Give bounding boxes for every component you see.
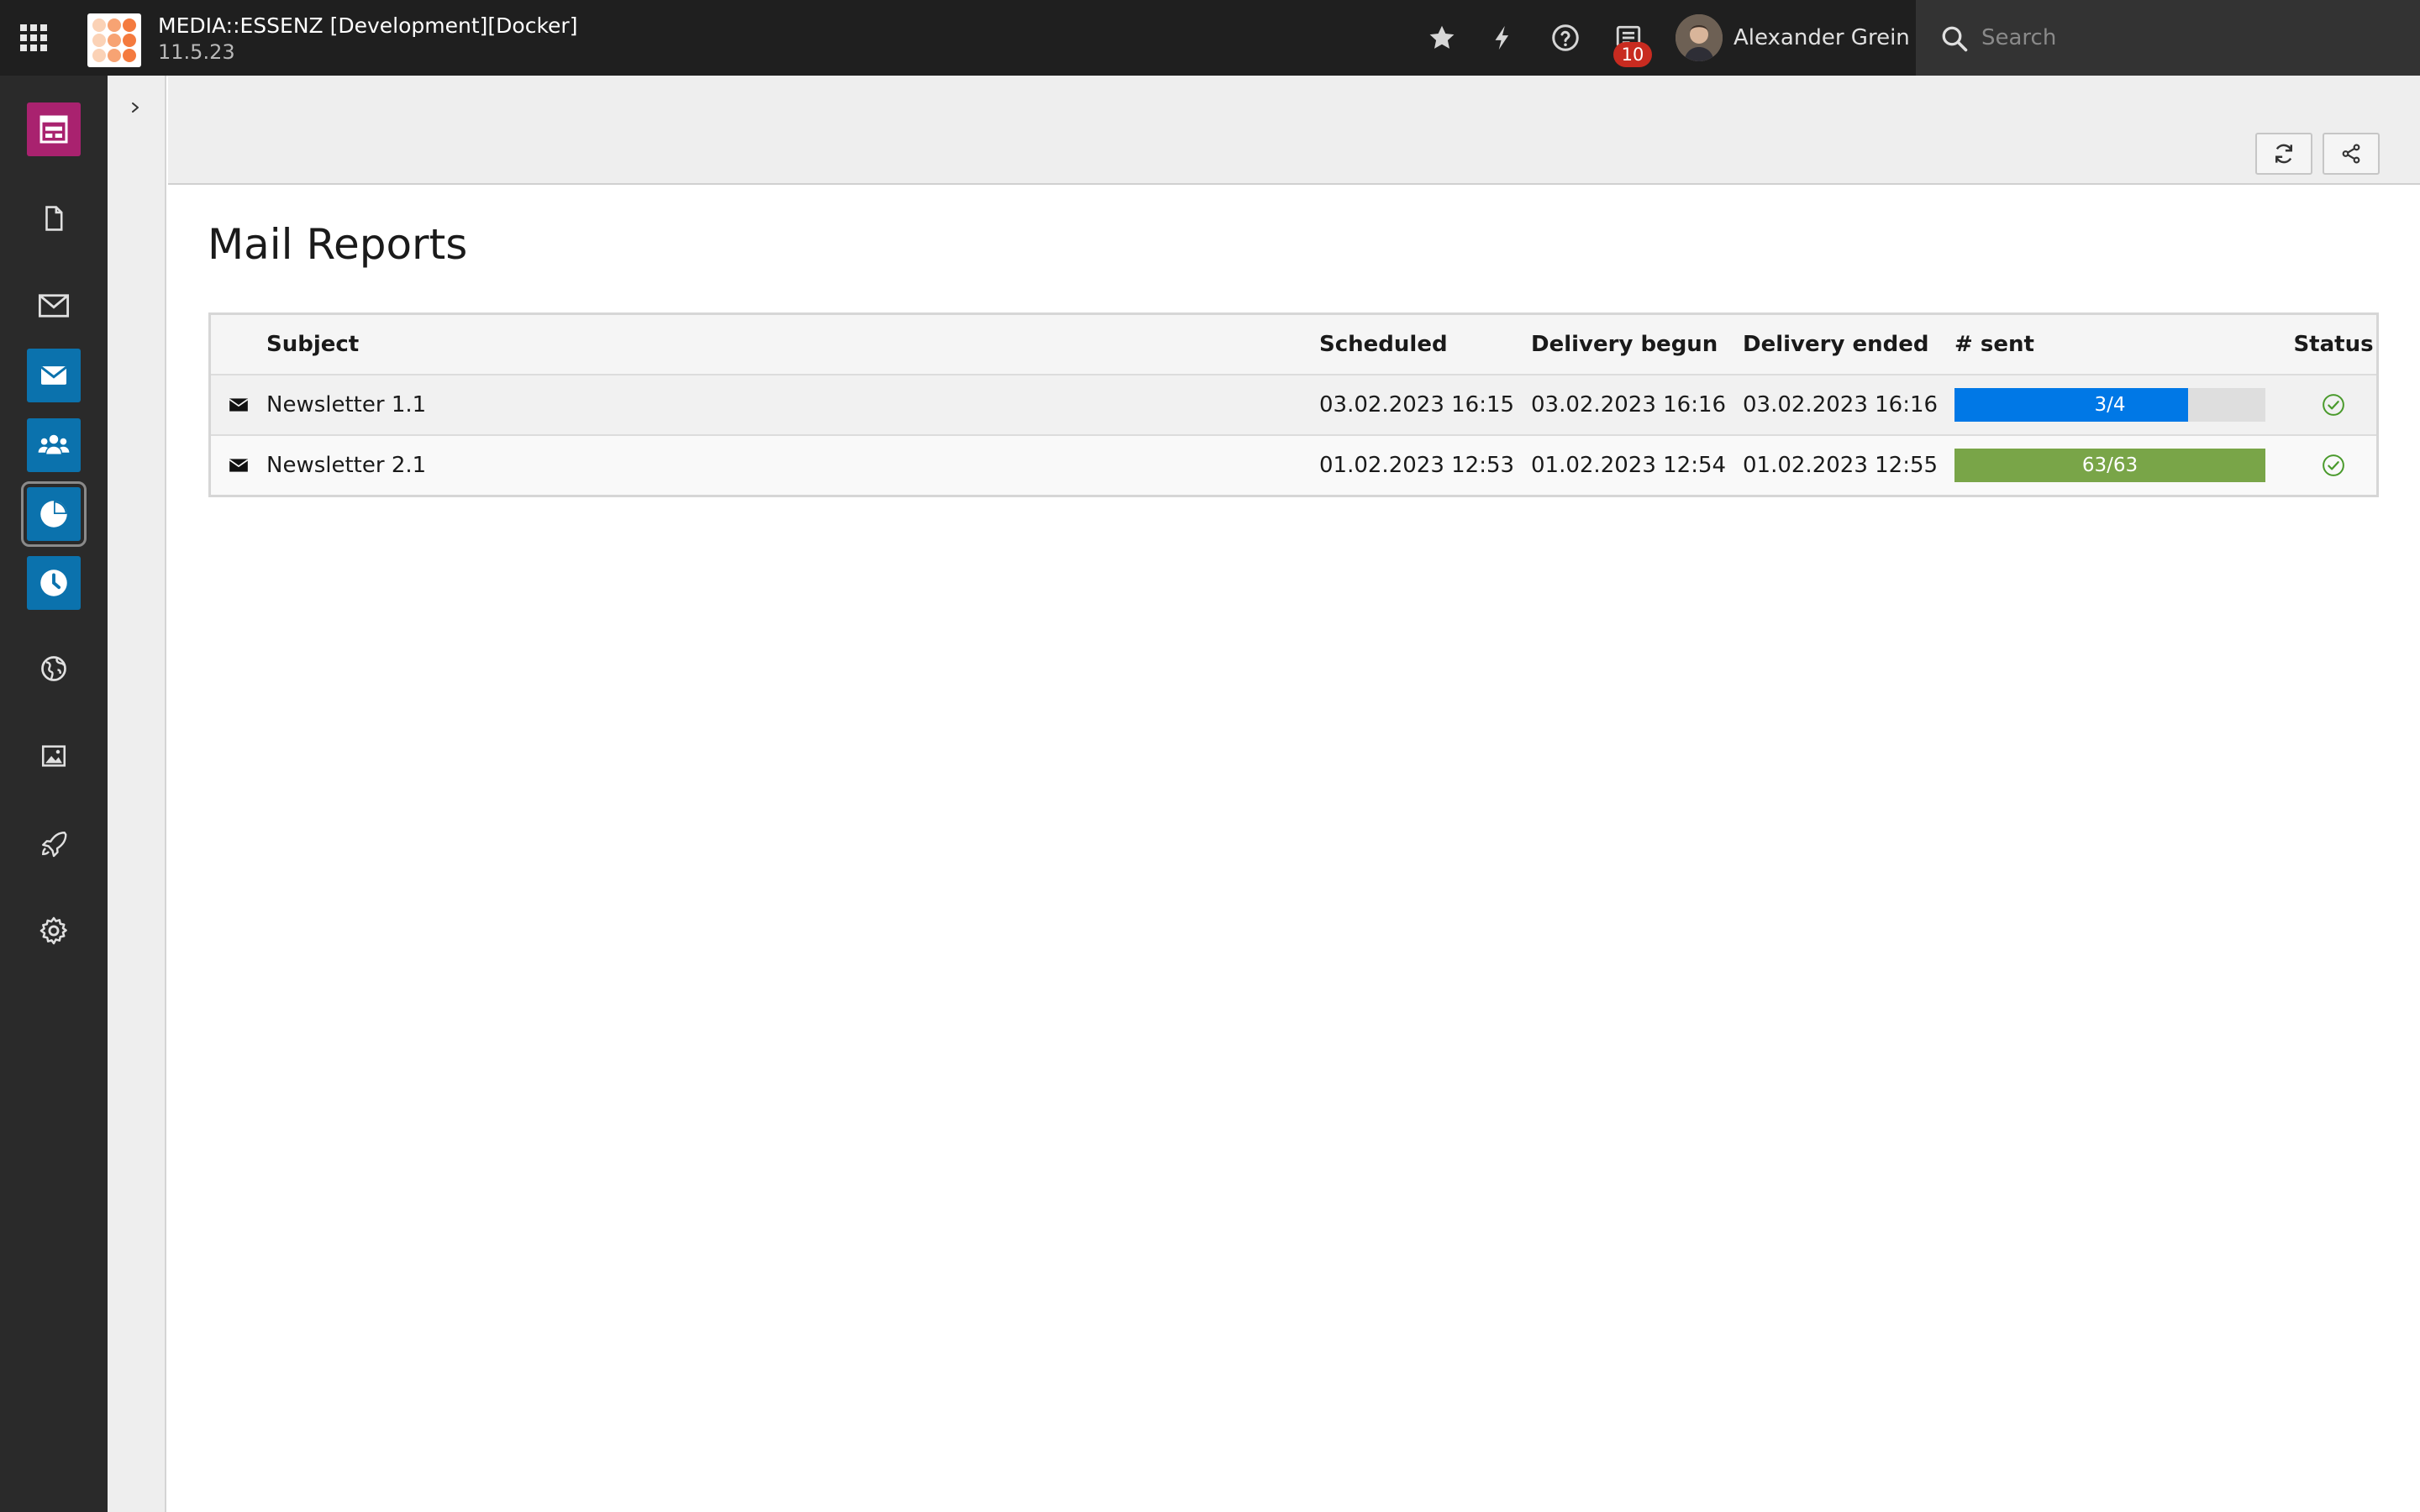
- sent-progress-label: 3/4: [2094, 394, 2126, 416]
- row-delivery-ended: 03.02.2023 16:16: [1743, 392, 1939, 417]
- avatar[interactable]: [1676, 14, 1723, 61]
- column-header-sent[interactable]: # sent: [1954, 315, 2265, 374]
- web-layout-icon: [39, 115, 68, 144]
- module-page[interactable]: [27, 192, 81, 245]
- search-input[interactable]: [1981, 18, 2402, 57]
- mail-reports-table: Subject Scheduled Delivery begun Deliver…: [208, 312, 2379, 497]
- sent-progress-bar: 3/4: [1954, 388, 2265, 422]
- row-sent-cell: 63/63: [1954, 436, 2265, 495]
- page-icon: [45, 206, 63, 231]
- row-delivery-begun: 03.02.2023 16:16: [1531, 392, 1727, 417]
- site-logo[interactable]: [87, 13, 141, 67]
- row-subject-link[interactable]: Newsletter 2.1: [266, 436, 426, 495]
- row-delivery-begun: 01.02.2023 12:54: [1531, 453, 1727, 478]
- site-logo-icon: [92, 18, 136, 62]
- module-recipient-lists[interactable]: [27, 418, 81, 472]
- row-subject-link[interactable]: Newsletter 1.1: [266, 375, 426, 434]
- topbar: MEDIA::ESSENZ [Development][Docker] 11.5…: [0, 0, 2420, 76]
- column-header-status[interactable]: Status: [2291, 315, 2375, 374]
- user-avatar-icon: [1676, 14, 1723, 61]
- page-tree-panel: [108, 76, 166, 1512]
- envelope-icon: [40, 365, 67, 385]
- bookmarks-button[interactable]: [1425, 21, 1459, 55]
- row-status: [2291, 436, 2375, 495]
- site-version: 11.5.23: [158, 40, 235, 64]
- clock-icon: [40, 570, 67, 596]
- gear-icon: [39, 916, 67, 945]
- star-icon: [1429, 25, 1455, 49]
- rocket-icon: [42, 832, 67, 858]
- module-sidebar: [0, 76, 108, 1512]
- globe-icon: [41, 656, 66, 681]
- column-header-subject[interactable]: Subject: [266, 315, 359, 374]
- table-header-row: Subject Scheduled Delivery begun Deliver…: [211, 315, 2376, 374]
- row-scheduled: 01.02.2023 12:53: [1319, 453, 1515, 478]
- refresh-icon: [2275, 144, 2292, 164]
- doc-header: [168, 76, 2420, 185]
- envelope-icon: [229, 459, 249, 472]
- envelope-outline-icon: [38, 294, 70, 318]
- module-extensions[interactable]: [27, 816, 81, 870]
- newsletter-type-icon: [226, 375, 251, 434]
- reload-button[interactable]: [2255, 133, 2312, 175]
- module-settings[interactable]: [27, 904, 81, 958]
- table-row[interactable]: Newsletter 2.1 01.02.2023 12:53 01.02.20…: [211, 434, 2376, 495]
- column-header-scheduled[interactable]: Scheduled: [1319, 315, 1448, 374]
- module-mail-reports[interactable]: [21, 481, 87, 547]
- column-header-delivery-begun[interactable]: Delivery begun: [1531, 315, 1718, 374]
- module-mail-queue[interactable]: [27, 556, 81, 610]
- module-web-layout[interactable]: [27, 102, 81, 156]
- module-mail[interactable]: [27, 279, 81, 333]
- search-bar: [1916, 0, 2420, 76]
- share-icon: [2342, 144, 2360, 164]
- module-sites[interactable]: [27, 642, 81, 696]
- module-mail-wizard[interactable]: [27, 349, 81, 402]
- help-icon: [1552, 24, 1579, 51]
- row-scheduled: 03.02.2023 16:15: [1319, 392, 1515, 417]
- row-sent-cell: 3/4: [1954, 375, 2265, 434]
- newsletter-type-icon: [226, 436, 251, 495]
- table-row[interactable]: Newsletter 1.1 03.02.2023 16:15 03.02.20…: [211, 374, 2376, 434]
- chevron-right-icon: [132, 102, 139, 113]
- clear-cache-button[interactable]: [1486, 21, 1519, 55]
- apps-grid-icon: [20, 24, 47, 51]
- sent-progress-bar: 63/63: [1954, 449, 2265, 482]
- search-icon: [1942, 26, 1968, 52]
- row-status: [2291, 375, 2375, 434]
- module-filelist[interactable]: [27, 729, 81, 783]
- users-icon: [38, 434, 70, 454]
- user-menu-name[interactable]: Alexander Grein: [1733, 25, 1910, 50]
- help-button[interactable]: [1549, 21, 1582, 55]
- page-tree-toggle[interactable]: [123, 91, 148, 124]
- check-circle-icon: [2323, 454, 2344, 476]
- page-title: Mail Reports: [208, 220, 468, 269]
- envelope-icon: [229, 398, 249, 412]
- column-header-delivery-ended[interactable]: Delivery ended: [1743, 315, 1928, 374]
- check-circle-icon: [2323, 394, 2344, 416]
- sent-progress-label: 63/63: [2081, 454, 2139, 476]
- notification-badge: 10: [1613, 42, 1652, 67]
- pie-chart-icon: [40, 501, 67, 528]
- bolt-icon: [1495, 25, 1509, 50]
- image-icon: [41, 745, 66, 767]
- row-delivery-ended: 01.02.2023 12:55: [1743, 453, 1939, 478]
- site-name: MEDIA::ESSENZ [Development][Docker]: [158, 13, 578, 38]
- apps-grid-button[interactable]: [0, 0, 67, 76]
- share-button[interactable]: [2323, 133, 2380, 175]
